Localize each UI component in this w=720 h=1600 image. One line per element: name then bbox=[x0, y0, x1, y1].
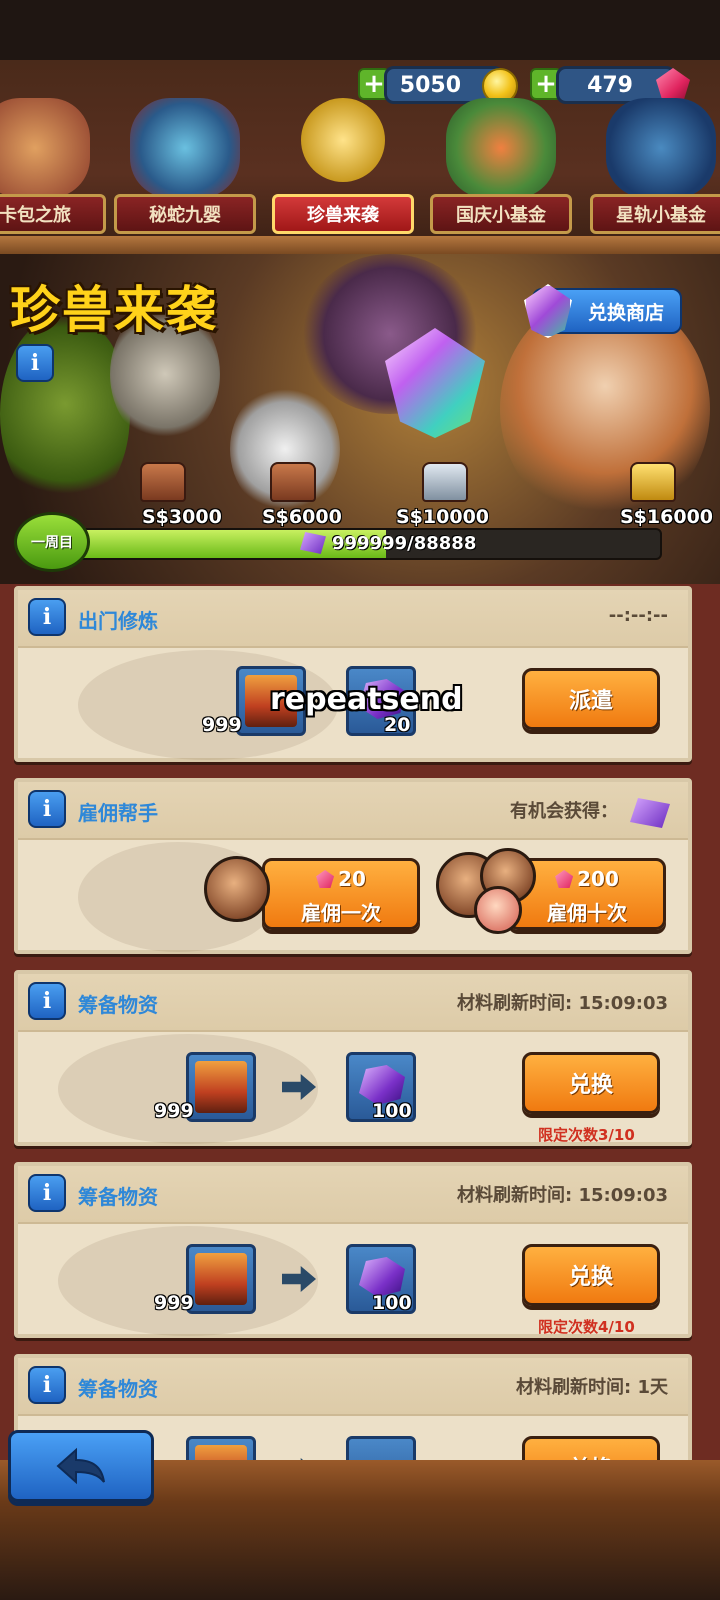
exchange-button-label: 兑换 bbox=[568, 1265, 613, 1290]
milestone-label: S$10000 bbox=[396, 506, 490, 528]
event-title: 珍兽来袭 bbox=[10, 281, 218, 339]
round-badge: 一周目 bbox=[14, 512, 90, 572]
item-count: 999 bbox=[154, 1292, 194, 1314]
prepare-info-button[interactable]: i bbox=[28, 1174, 66, 1212]
milestone-label: S$16000 bbox=[620, 506, 714, 528]
tab-label: 秘蛇九婴 bbox=[114, 194, 256, 234]
reward-count: 100 bbox=[372, 1292, 412, 1314]
dispatch-button-label: 派遣 bbox=[568, 689, 613, 714]
chest-icon-silver[interactable] bbox=[422, 462, 468, 502]
hero-portrait-icon bbox=[204, 856, 270, 922]
limit-count: 限定次数4/10 bbox=[538, 1318, 635, 1336]
exchange-shop-label: 兑换商店 bbox=[587, 301, 664, 324]
event-info-button[interactable]: i bbox=[16, 344, 54, 382]
info-icon: i bbox=[42, 1372, 52, 1398]
tab-label: 星轨小基金 bbox=[590, 194, 720, 234]
info-icon: i bbox=[42, 604, 52, 630]
tab-star-orbit-fund[interactable]: 星轨小基金 bbox=[586, 98, 720, 240]
reward-count: 20 bbox=[384, 714, 411, 736]
round-label: 一周目 bbox=[31, 535, 73, 551]
back-arrow-icon bbox=[56, 1447, 105, 1485]
card-timer: --:--:-- bbox=[608, 605, 668, 626]
prepare-info-button[interactable]: i bbox=[28, 1366, 66, 1404]
card-reward-hint: 有机会获得： bbox=[510, 801, 618, 822]
info-icon: i bbox=[30, 350, 40, 376]
card-title: 筹备物资 bbox=[78, 1185, 158, 1209]
hire-once-cost-value: 20 bbox=[338, 867, 366, 891]
tab-snake-nine[interactable]: 秘蛇九婴 bbox=[110, 98, 260, 240]
hire-ten-cost-value: 200 bbox=[577, 867, 619, 891]
tab-national-day-fund[interactable]: 国庆小基金 bbox=[426, 98, 576, 240]
chest-icon-bronze[interactable] bbox=[270, 462, 316, 502]
task-card-prepare: i 筹备物资 材料刷新时间: 15:09:03 999 100 兑换 限定次数4… bbox=[14, 1162, 692, 1338]
card-title: 出门修炼 bbox=[78, 609, 158, 633]
tab-card-pack-journey[interactable]: 卡包之旅 bbox=[0, 98, 110, 240]
item-count: 999 bbox=[154, 1100, 194, 1122]
hire-info-button[interactable]: i bbox=[28, 790, 66, 828]
hero-item-slot[interactable] bbox=[186, 1244, 256, 1314]
tab-art-rainbow-gem bbox=[301, 98, 385, 182]
shelf-divider bbox=[0, 236, 720, 254]
refresh-timer: 材料刷新时间: 15:09:03 bbox=[456, 993, 668, 1014]
tab-label: 珍兽来袭 bbox=[272, 194, 414, 234]
gem-icon bbox=[316, 870, 335, 888]
crystal-icon bbox=[359, 1257, 405, 1297]
card-title: 筹备物资 bbox=[78, 993, 158, 1017]
top-bar bbox=[0, 0, 720, 60]
chest-icon-gold[interactable] bbox=[630, 462, 676, 502]
task-card-hire: i 雇佣帮手 有机会获得： 20 雇佣一次 200 雇佣十次 bbox=[14, 778, 692, 954]
crystal-icon bbox=[300, 532, 326, 554]
exchange-button[interactable]: 兑换 bbox=[522, 1052, 660, 1114]
info-icon: i bbox=[42, 1180, 52, 1206]
hero-item-slot[interactable] bbox=[186, 1052, 256, 1122]
refresh-timer: 材料刷新时间: 15:09:03 bbox=[456, 1185, 668, 1206]
task-card-prepare: i 筹备物资 材料刷新时间: 15:09:03 999 100 兑换 限定次数3… bbox=[14, 970, 692, 1146]
back-button[interactable] bbox=[8, 1430, 154, 1502]
chest-icon-bronze[interactable] bbox=[140, 462, 186, 502]
gold-amount: 5050 bbox=[399, 72, 461, 98]
tab-art-hydra bbox=[130, 98, 240, 198]
info-icon: i bbox=[42, 796, 52, 822]
hire-once-button[interactable]: 20 雇佣一次 bbox=[262, 858, 420, 930]
hero-group-portrait-icon bbox=[474, 886, 522, 934]
tab-art-star-disc bbox=[606, 98, 716, 198]
dispatch-button[interactable]: 派遣 bbox=[522, 668, 660, 730]
dispatch-info-button[interactable]: i bbox=[28, 598, 66, 636]
progress-value: 999999/88888 bbox=[332, 532, 477, 554]
exchange-button-label: 兑换 bbox=[568, 1073, 613, 1098]
crystal-icon bbox=[359, 1065, 405, 1105]
limit-count: 限定次数3/10 bbox=[538, 1126, 635, 1144]
tab-art-sorceress bbox=[0, 98, 90, 198]
gem-amount: 479 bbox=[587, 72, 633, 98]
item-count: 999 bbox=[202, 714, 242, 736]
tab-label: 卡包之旅 bbox=[0, 194, 106, 234]
hero-card-icon bbox=[195, 1253, 247, 1305]
card-title: 雇佣帮手 bbox=[78, 801, 158, 825]
tab-rare-beast-raid[interactable]: 珍兽来袭 bbox=[268, 98, 418, 240]
progress-readout: 999999/88888 bbox=[300, 532, 476, 554]
prepare-info-button[interactable]: i bbox=[28, 982, 66, 1020]
task-card-dispatch: i 出门修炼 --:--:-- 999 20 派遣 repeatsend bbox=[14, 586, 692, 762]
tab-label: 国庆小基金 bbox=[430, 194, 572, 234]
gem-icon bbox=[555, 870, 574, 888]
hire-once-label: 雇佣一次 bbox=[301, 901, 381, 925]
exchange-button[interactable]: 兑换 bbox=[522, 1244, 660, 1306]
card-title: 筹备物资 bbox=[78, 1377, 158, 1401]
overlay-text: repeatsend bbox=[270, 682, 463, 717]
tab-art-koi-fish bbox=[446, 98, 556, 198]
info-icon: i bbox=[42, 988, 52, 1014]
hire-ten-label: 雇佣十次 bbox=[547, 901, 627, 925]
milestone-label: S$6000 bbox=[262, 506, 342, 528]
milestone-label: S$3000 bbox=[142, 506, 222, 528]
hero-card-icon bbox=[195, 1061, 247, 1113]
refresh-timer: 材料刷新时间: 1天 bbox=[516, 1377, 668, 1398]
hire-once-cost: 20 bbox=[265, 867, 417, 891]
reward-count: 100 bbox=[372, 1100, 412, 1122]
